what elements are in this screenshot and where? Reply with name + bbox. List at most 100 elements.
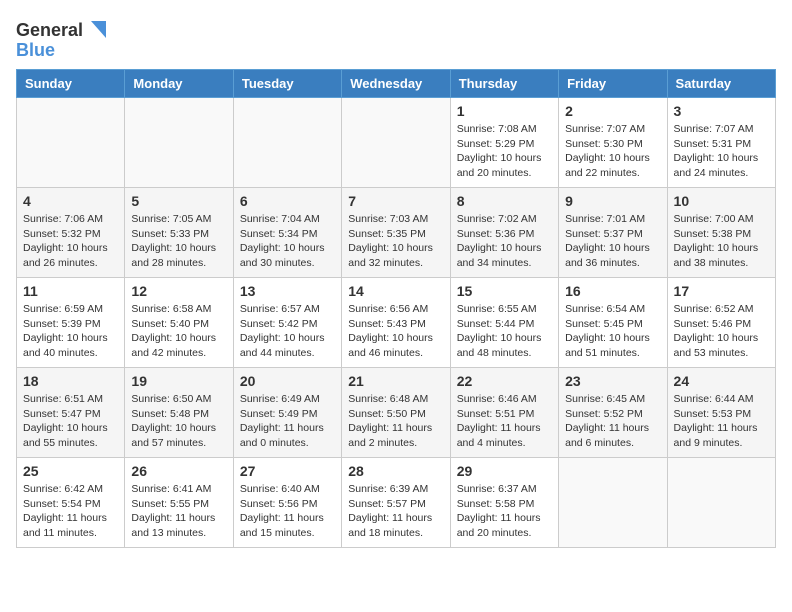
calendar-cell [233, 98, 341, 188]
day-number: 28 [348, 463, 443, 479]
calendar-cell: 3 Sunrise: 7:07 AMSunset: 5:31 PMDaylight… [667, 98, 775, 188]
day-number: 13 [240, 283, 335, 299]
calendar-cell: 25 Sunrise: 6:42 AMSunset: 5:54 PMDayligh… [17, 458, 125, 548]
day-info: Sunrise: 6:58 AMSunset: 5:40 PMDaylight:… [131, 302, 226, 361]
calendar-cell: 10Sunrise: 7:00 AMSunset: 5:38 PMDayligh… [667, 188, 775, 278]
day-info: Sunrise: 6:40 AMSunset: 5:56 PMDaylight:… [240, 482, 335, 541]
day-number: 29 [457, 463, 552, 479]
day-info: Sunrise: 6:39 AMSunset: 5:57 PMDaylight:… [348, 482, 443, 541]
calendar-cell: 20Sunrise: 6:49 AMSunset: 5:49 PMDayligh… [233, 368, 341, 458]
week-row-4: 18 Sunrise: 6:51 AMSunset: 5:47 PMDayligh… [17, 368, 776, 458]
day-info: Sunrise: 6:41 AMSunset: 5:55 PMDaylight:… [131, 482, 226, 541]
day-info: Sunrise: 6:57 AMSunset: 5:42 PMDaylight:… [240, 302, 335, 361]
calendar-cell [125, 98, 233, 188]
day-info: Sunrise: 6:54 AMSunset: 5:45 PMDaylight:… [565, 302, 660, 361]
logo: GeneralBlue [16, 16, 106, 61]
day-number: 11 [23, 283, 118, 299]
header: GeneralBlue [16, 16, 776, 61]
calendar-cell: 29 Sunrise: 6:37 AMSunset: 5:58 PMDayligh… [450, 458, 558, 548]
day-number: 18 [23, 373, 118, 389]
calendar-cell: 2Sunrise: 7:07 AMSunset: 5:30 PMDaylight… [559, 98, 667, 188]
day-info: Sunrise: 6:55 AMSunset: 5:44 PMDaylight:… [457, 302, 552, 361]
week-row-2: 4 Sunrise: 7:06 AMSunset: 5:32 PMDaylight… [17, 188, 776, 278]
calendar-cell [667, 458, 775, 548]
calendar-cell: 26 Sunrise: 6:41 AMSunset: 5:55 PMDayligh… [125, 458, 233, 548]
day-number: 27 [240, 463, 335, 479]
calendar-cell: 16Sunrise: 6:54 AMSunset: 5:45 PMDayligh… [559, 278, 667, 368]
header-tuesday: Tuesday [233, 70, 341, 98]
day-number: 3 [674, 103, 769, 119]
day-info: Sunrise: 7:06 AMSunset: 5:32 PMDaylight:… [23, 212, 118, 271]
day-number: 19 [131, 373, 226, 389]
calendar-cell: 7 Sunrise: 7:03 AMSunset: 5:35 PMDaylight… [342, 188, 450, 278]
svg-text:General: General [16, 20, 83, 40]
day-info: Sunrise: 6:56 AMSunset: 5:43 PMDaylight:… [348, 302, 443, 361]
day-number: 8 [457, 193, 552, 209]
day-number: 6 [240, 193, 335, 209]
day-info: Sunrise: 6:46 AMSunset: 5:51 PMDaylight:… [457, 392, 552, 451]
logo-icon: GeneralBlue [16, 16, 106, 61]
day-info: Sunrise: 7:08 AMSunset: 5:29 PMDaylight:… [457, 122, 552, 181]
day-number: 24 [674, 373, 769, 389]
day-info: Sunrise: 6:44 AMSunset: 5:53 PMDaylight:… [674, 392, 769, 451]
svg-text:Blue: Blue [16, 40, 55, 60]
day-number: 25 [23, 463, 118, 479]
day-number: 2 [565, 103, 660, 119]
day-info: Sunrise: 6:50 AMSunset: 5:48 PMDaylight:… [131, 392, 226, 451]
day-info: Sunrise: 6:45 AMSunset: 5:52 PMDaylight:… [565, 392, 660, 451]
calendar-cell: 8 Sunrise: 7:02 AMSunset: 5:36 PMDaylight… [450, 188, 558, 278]
calendar-cell: 4 Sunrise: 7:06 AMSunset: 5:32 PMDaylight… [17, 188, 125, 278]
day-info: Sunrise: 7:04 AMSunset: 5:34 PMDaylight:… [240, 212, 335, 271]
calendar-cell: 22 Sunrise: 6:46 AMSunset: 5:51 PMDayligh… [450, 368, 558, 458]
header-wednesday: Wednesday [342, 70, 450, 98]
calendar-cell: 15 Sunrise: 6:55 AMSunset: 5:44 PMDayligh… [450, 278, 558, 368]
day-info: Sunrise: 7:03 AMSunset: 5:35 PMDaylight:… [348, 212, 443, 271]
week-row-3: 11 Sunrise: 6:59 AMSunset: 5:39 PMDayligh… [17, 278, 776, 368]
calendar-header-row: SundayMondayTuesdayWednesdayThursdayFrid… [17, 70, 776, 98]
calendar-cell: 14 Sunrise: 6:56 AMSunset: 5:43 PMDayligh… [342, 278, 450, 368]
day-info: Sunrise: 6:48 AMSunset: 5:50 PMDaylight:… [348, 392, 443, 451]
calendar-cell: 21 Sunrise: 6:48 AMSunset: 5:50 PMDayligh… [342, 368, 450, 458]
day-info: Sunrise: 7:02 AMSunset: 5:36 PMDaylight:… [457, 212, 552, 271]
day-info: Sunrise: 7:05 AMSunset: 5:33 PMDaylight:… [131, 212, 226, 271]
header-sunday: Sunday [17, 70, 125, 98]
day-info: Sunrise: 6:52 AMSunset: 5:46 PMDaylight:… [674, 302, 769, 361]
day-number: 4 [23, 193, 118, 209]
header-saturday: Saturday [667, 70, 775, 98]
day-info: Sunrise: 7:07 AMSunset: 5:31 PMDaylight:… [674, 122, 769, 181]
day-number: 17 [674, 283, 769, 299]
day-number: 22 [457, 373, 552, 389]
calendar-cell [17, 98, 125, 188]
calendar-cell: 18 Sunrise: 6:51 AMSunset: 5:47 PMDayligh… [17, 368, 125, 458]
calendar-cell: 19 Sunrise: 6:50 AMSunset: 5:48 PMDayligh… [125, 368, 233, 458]
day-info: Sunrise: 6:37 AMSunset: 5:58 PMDaylight:… [457, 482, 552, 541]
day-number: 14 [348, 283, 443, 299]
day-info: Sunrise: 6:59 AMSunset: 5:39 PMDaylight:… [23, 302, 118, 361]
day-number: 5 [131, 193, 226, 209]
calendar-cell: 9Sunrise: 7:01 AMSunset: 5:37 PMDaylight… [559, 188, 667, 278]
day-number: 23 [565, 373, 660, 389]
week-row-1: 1Sunrise: 7:08 AMSunset: 5:29 PMDaylight… [17, 98, 776, 188]
calendar-cell [342, 98, 450, 188]
day-info: Sunrise: 7:00 AMSunset: 5:38 PMDaylight:… [674, 212, 769, 271]
day-number: 26 [131, 463, 226, 479]
day-number: 12 [131, 283, 226, 299]
calendar-cell [559, 458, 667, 548]
calendar-cell: 12 Sunrise: 6:58 AMSunset: 5:40 PMDayligh… [125, 278, 233, 368]
day-info: Sunrise: 6:51 AMSunset: 5:47 PMDaylight:… [23, 392, 118, 451]
day-number: 7 [348, 193, 443, 209]
header-monday: Monday [125, 70, 233, 98]
day-number: 21 [348, 373, 443, 389]
calendar-cell: 11 Sunrise: 6:59 AMSunset: 5:39 PMDayligh… [17, 278, 125, 368]
day-number: 9 [565, 193, 660, 209]
calendar-cell: 13 Sunrise: 6:57 AMSunset: 5:42 PMDayligh… [233, 278, 341, 368]
calendar-cell: 24 Sunrise: 6:44 AMSunset: 5:53 PMDayligh… [667, 368, 775, 458]
calendar-table: SundayMondayTuesdayWednesdayThursdayFrid… [16, 69, 776, 548]
week-row-5: 25 Sunrise: 6:42 AMSunset: 5:54 PMDayligh… [17, 458, 776, 548]
day-info: Sunrise: 6:42 AMSunset: 5:54 PMDaylight:… [23, 482, 118, 541]
day-number: 20 [240, 373, 335, 389]
header-thursday: Thursday [450, 70, 558, 98]
calendar-cell: 23 Sunrise: 6:45 AMSunset: 5:52 PMDayligh… [559, 368, 667, 458]
calendar-cell: 6 Sunrise: 7:04 AMSunset: 5:34 PMDaylight… [233, 188, 341, 278]
day-number: 15 [457, 283, 552, 299]
